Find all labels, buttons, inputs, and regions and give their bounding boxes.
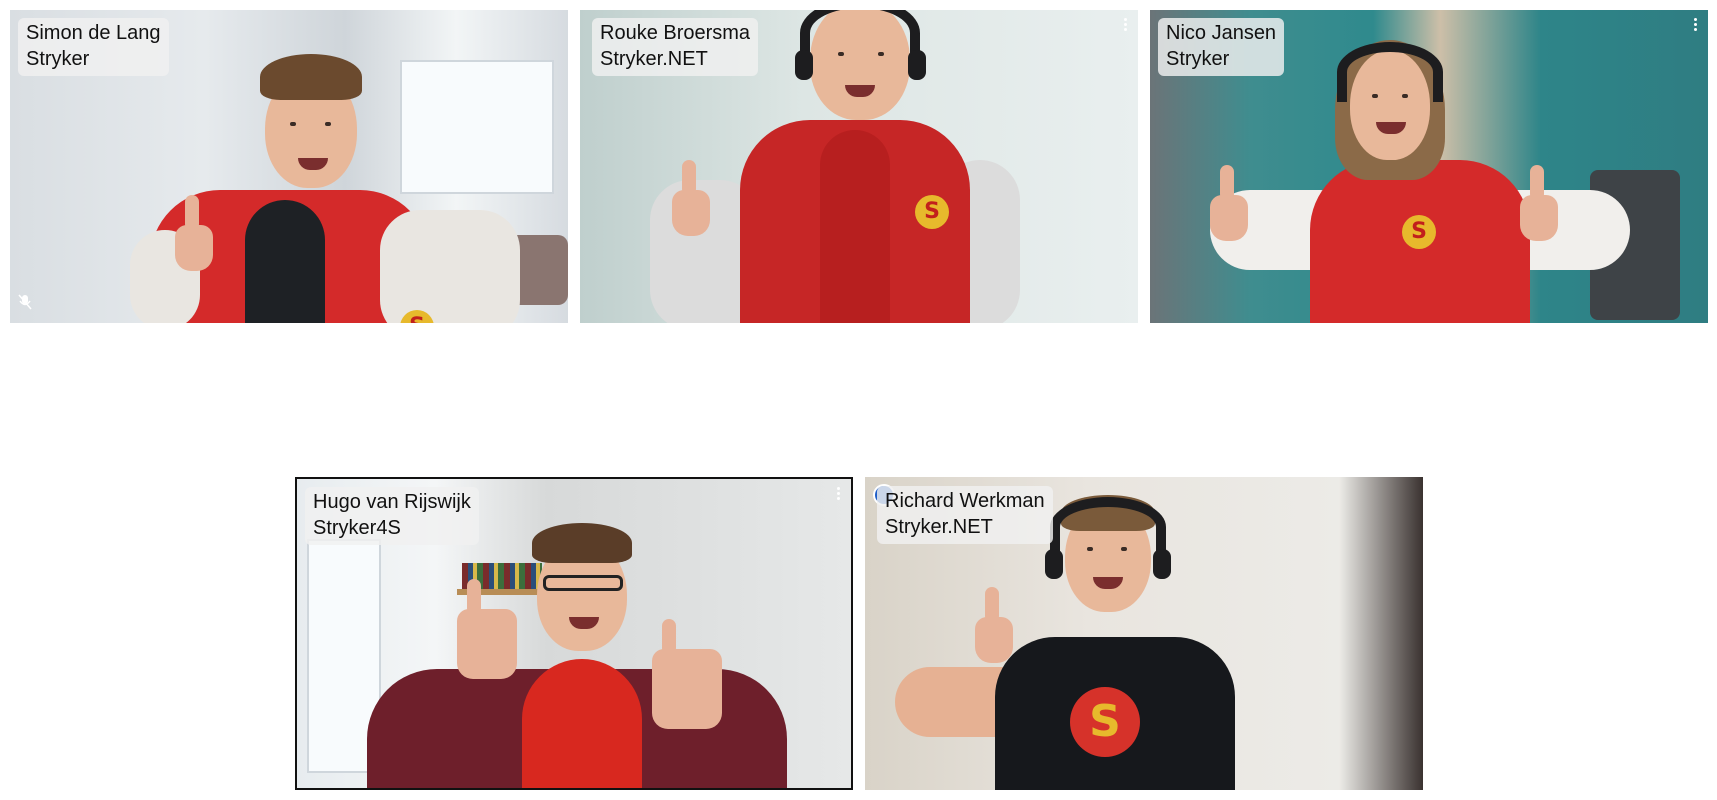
- mic-off-icon: [18, 294, 32, 315]
- participant-name: Simon de Lang: [26, 22, 161, 44]
- video-tile-simon[interactable]: S Simon de Lang Stryker: [10, 10, 568, 323]
- more-options-icon[interactable]: [837, 487, 841, 501]
- participant-name: Richard Werkman: [885, 490, 1045, 512]
- video-tile-hugo[interactable]: Hugo van Rijswijk Stryker4S: [295, 477, 853, 790]
- participant-org: Stryker.NET: [600, 48, 708, 70]
- participant-name: Hugo van Rijswijk: [313, 491, 471, 513]
- video-tile-rouke[interactable]: S Rouke Broersma Stryker.NET: [580, 10, 1138, 323]
- participant-org: Stryker: [26, 48, 90, 70]
- participant-name-label: Rouke Broersma Stryker.NET: [592, 18, 759, 76]
- participant-org: Stryker.NET: [885, 516, 993, 538]
- video-tile-nico[interactable]: S Nico Jansen Stryker: [1150, 10, 1708, 323]
- participant-org: Stryker4S: [313, 517, 401, 539]
- participant-name-label: Simon de Lang Stryker: [18, 18, 169, 76]
- video-tile-richard[interactable]: S Richard Werkman Stryker.NET: [865, 477, 1423, 790]
- participant-name: Nico Jansen: [1166, 22, 1277, 44]
- participant-name: Rouke Broersma: [600, 22, 751, 44]
- more-options-icon[interactable]: [1124, 18, 1128, 32]
- window: [400, 60, 554, 194]
- participant-name-label: Richard Werkman Stryker.NET: [877, 486, 1053, 544]
- participant-name-label: Hugo van Rijswijk Stryker4S: [305, 487, 479, 545]
- participant-org: Stryker: [1166, 48, 1230, 70]
- more-options-icon[interactable]: [1694, 18, 1698, 32]
- participant-name-label: Nico Jansen Stryker: [1158, 18, 1285, 76]
